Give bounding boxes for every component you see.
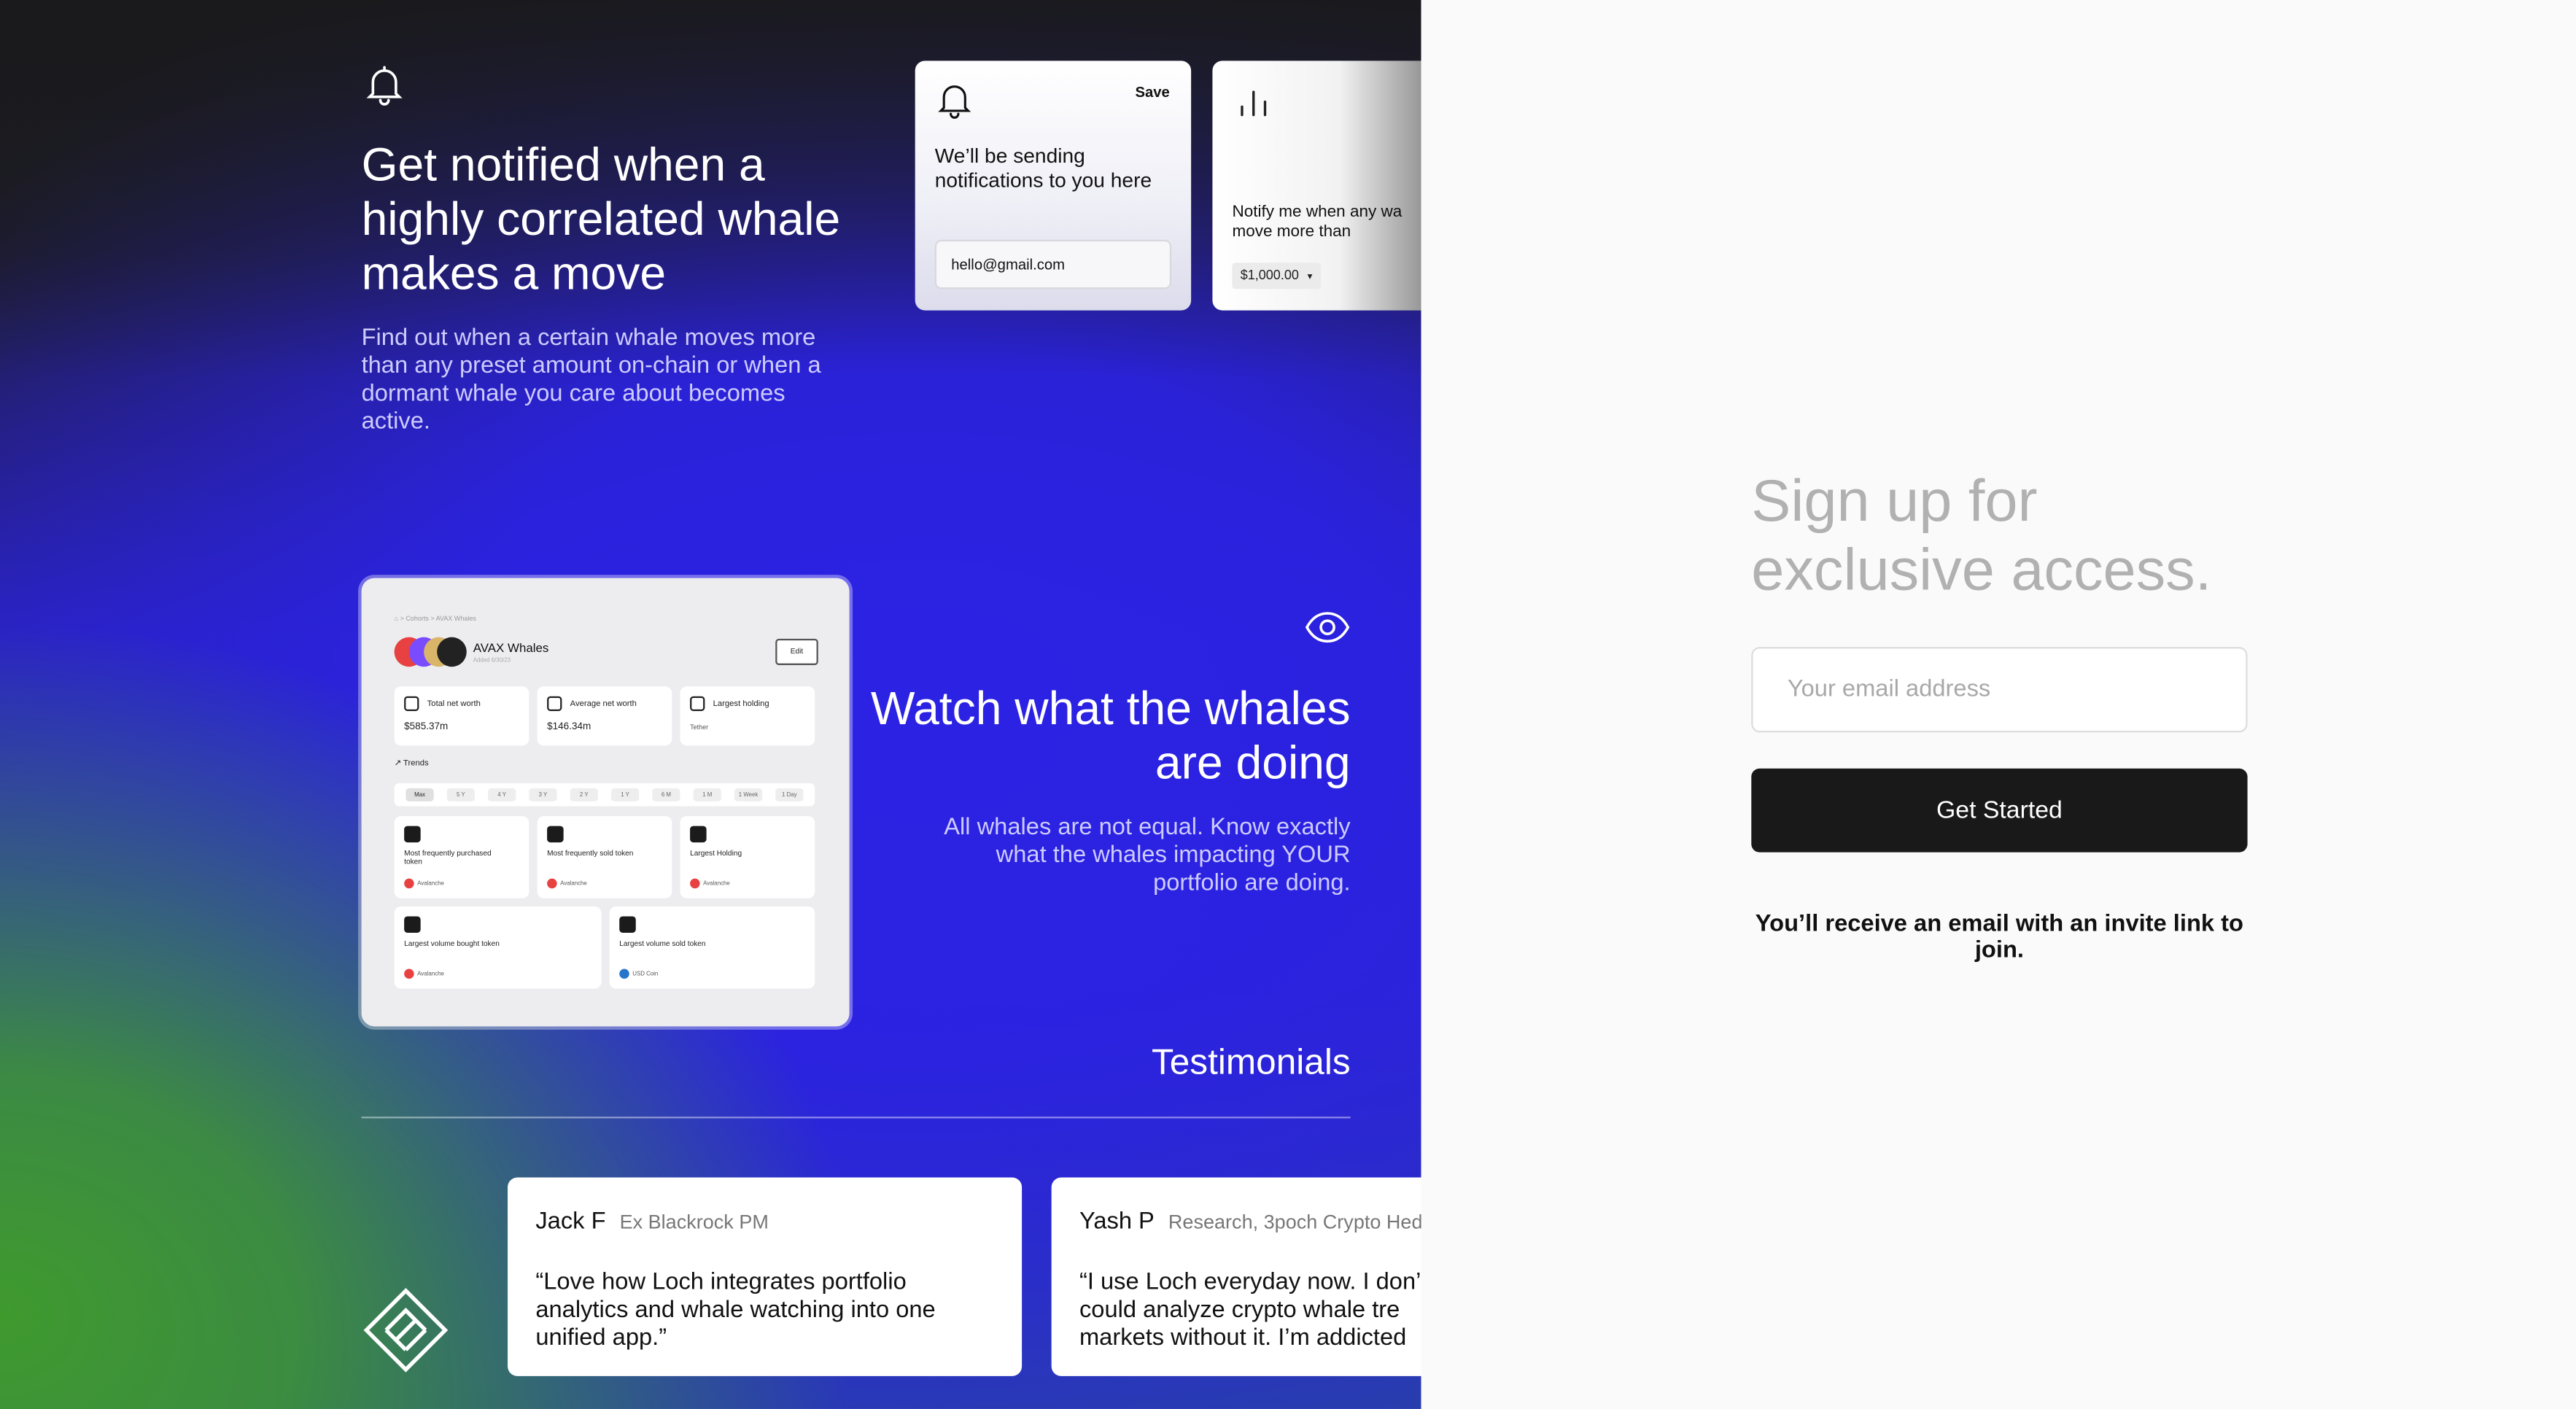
testimonial-role: Research, 3poch Crypto Hedge [1168, 1210, 1421, 1234]
tab-range[interactable]: 1 Y [610, 788, 640, 801]
tab-range[interactable]: 1 Day [775, 788, 804, 801]
token-chip: Avalanche [547, 878, 587, 889]
trend-up-icon: ↗ [394, 758, 402, 769]
time-range-tabs: Max 5 Y 4 Y 3 Y 2 Y 1 Y 6 M 1 M 1 Week 1… [394, 783, 815, 807]
stat-value: $146.34m [547, 722, 591, 733]
insight-tile: Largest volume bought token Avalanche [394, 906, 602, 989]
cart-icon [404, 916, 421, 933]
breadcrumb: ⌂ > Cohorts > AVAX Whales [394, 614, 476, 623]
testimonial-card: Jack F Ex Blackrock PM “Love how Loch in… [508, 1177, 1023, 1376]
tab-range[interactable]: 2 Y [570, 788, 598, 801]
insight-tile: Most frequently purchased token Avalanch… [394, 816, 529, 898]
stat-card: Total net worth $585.37m [394, 686, 529, 746]
dashboard-preview: ⌂ > Cohorts > AVAX Whales AVAX Whales Ad… [361, 578, 850, 1027]
cart-icon [404, 826, 421, 843]
edit-button[interactable]: Edit [775, 638, 818, 665]
tile-label: Largest volume bought token [404, 939, 500, 948]
tab-range[interactable]: Max [406, 788, 434, 801]
testimonial-quote: “Love how Loch integrates portfolio anal… [535, 1269, 936, 1352]
tab-range[interactable]: 6 M [652, 788, 680, 801]
tag-icon [619, 916, 636, 933]
trends-label: ↗ Trends [395, 758, 429, 769]
testimonials-title: Testimonials [1151, 1041, 1351, 1082]
token-chip: USD Coin [619, 969, 658, 979]
loch-logo-icon [363, 1288, 449, 1373]
token-chip: Avalanche [404, 969, 444, 979]
avatar [437, 637, 467, 667]
tab-range[interactable]: 5 Y [446, 788, 476, 801]
threshold-preview-card: Notify me when any wa move more than $1,… [1212, 61, 1421, 311]
feature-headline: Get notified when a highly correlated wh… [361, 139, 841, 301]
insight-tile: Largest volume sold token USD Coin [609, 906, 815, 989]
testimonial-author: Jack F [535, 1208, 606, 1235]
testimonial-header: Yash P Research, 3poch Crypto Hedge [1079, 1207, 1421, 1237]
bell-icon [366, 66, 403, 106]
trends-text: Trends [403, 758, 429, 769]
feature-subcopy: Find out when a certain whale moves more… [361, 325, 821, 435]
star-icon [547, 696, 562, 711]
save-button[interactable]: Save [1135, 84, 1169, 101]
stat-card: Largest holding Tether [680, 686, 815, 746]
signup-panel: Sign up for exclusive access. Get Starte… [1421, 0, 2576, 1409]
threshold-text-line2: move more than [1232, 223, 1351, 241]
notification-message: We’ll be sending notifications to you he… [934, 144, 1152, 193]
tag-icon [547, 826, 564, 843]
threshold-text-line1: Notify me when any wa [1232, 203, 1403, 222]
bell-icon [938, 85, 971, 119]
notification-email-field[interactable]: hello@gmail.com [934, 239, 1172, 290]
stat-value: $585.37m [404, 722, 449, 733]
stat-label: Total net worth [427, 699, 481, 710]
tab-range[interactable]: 1 M [693, 788, 721, 801]
bar-chart-icon [1241, 90, 1267, 117]
stat-card: Average net worth $146.34m [537, 686, 672, 746]
tab-range[interactable]: 1 Week [734, 788, 763, 801]
insight-tile: Largest Holding Avalanche [680, 816, 815, 898]
get-started-button[interactable]: Get Started [1751, 768, 2248, 853]
stat-value: Tether [690, 722, 709, 731]
notification-preview-card: Save We’ll be sending notifications to y… [915, 61, 1192, 311]
amount-dropdown[interactable]: $1,000.00 ▾ [1232, 263, 1321, 290]
signup-title: Sign up for exclusive access. [1751, 466, 2212, 603]
watch-headline: Watch what the whales are doing [870, 683, 1351, 791]
chevron-down-icon: ▾ [1307, 272, 1313, 283]
stat-label: Largest holding [713, 699, 769, 710]
stat-label: Average net worth [570, 699, 637, 710]
tile-label: Largest volume sold token [619, 939, 706, 948]
token-chip: Avalanche [690, 878, 730, 889]
testimonial-role: Ex Blackrock PM [619, 1210, 769, 1234]
tile-label: Most frequently sold token [547, 849, 634, 858]
email-input[interactable] [1751, 647, 2248, 733]
swap-icon [690, 826, 707, 843]
tab-range[interactable]: 3 Y [529, 788, 557, 801]
token-chip: Avalanche [404, 878, 444, 889]
eye-icon [1305, 612, 1350, 643]
divider [361, 1117, 1351, 1119]
insight-tile: Most frequently sold token Avalanche [537, 816, 672, 898]
clock-icon [404, 696, 419, 711]
watch-subcopy: All whales are not equal. Know exactly w… [944, 814, 1351, 897]
amount-value: $1,000.00 [1240, 268, 1299, 283]
tab-range[interactable]: 4 Y [488, 788, 516, 801]
threshold-text: Notify me when any wa move more than [1232, 203, 1421, 243]
testimonial-quote: “I use Loch everyday now. I don’t could … [1079, 1269, 1421, 1352]
cohort-title: AVAX Whales [473, 640, 549, 656]
feature-panel: Get notified when a highly correlated wh… [0, 0, 1421, 1409]
tile-label: Most frequently purchased token [404, 849, 492, 866]
tile-label: Largest Holding [690, 849, 742, 858]
wallet-icon [690, 696, 705, 711]
avatar-stack [394, 637, 467, 667]
testimonial-card: Yash P Research, 3poch Crypto Hedge “I u… [1051, 1177, 1421, 1376]
invite-note: You’ll receive an email with an invite l… [1755, 911, 2243, 964]
testimonial-header: Jack F Ex Blackrock PM [535, 1207, 993, 1237]
testimonial-author: Yash P [1079, 1208, 1155, 1235]
cohort-subtitle: Added 6/30/23 [473, 656, 511, 664]
